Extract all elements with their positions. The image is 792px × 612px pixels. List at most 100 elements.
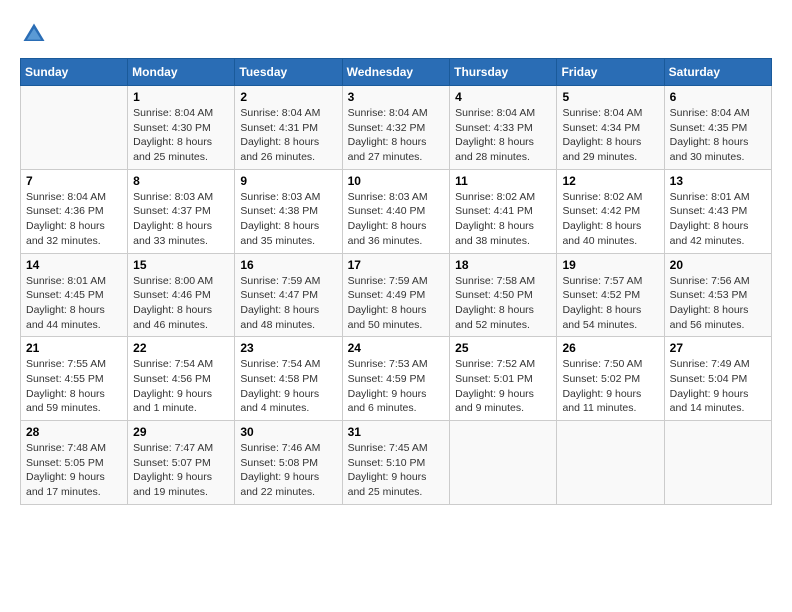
- day-info: Sunrise: 7:59 AMSunset: 4:49 PMDaylight:…: [348, 274, 445, 333]
- day-number: 28: [26, 425, 122, 439]
- calendar-cell: 22 Sunrise: 7:54 AMSunset: 4:56 PMDayligh…: [128, 337, 235, 421]
- calendar-cell: 6Sunrise: 8:04 AMSunset: 4:35 PMDaylight…: [664, 86, 771, 170]
- calendar-cell: 23 Sunrise: 7:54 AMSunset: 4:58 PMDayligh…: [235, 337, 342, 421]
- day-info: Sunrise: 7:59 AMSunset: 4:47 PMDaylight:…: [240, 274, 336, 333]
- day-info: Sunrise: 7:47 AMSunset: 5:07 PMDaylight:…: [133, 441, 229, 500]
- day-info: Sunrise: 7:45 AMSunset: 5:10 PMDaylight:…: [348, 441, 445, 500]
- calendar-cell: 27Sunrise: 7:49 AMSunset: 5:04 PMDayligh…: [664, 337, 771, 421]
- calendar-cell: 26 Sunrise: 7:50 AMSunset: 5:02 PMDayligh…: [557, 337, 664, 421]
- day-info: Sunrise: 7:55 AMSunset: 4:55 PMDaylight:…: [26, 357, 122, 416]
- logo-icon: [20, 20, 48, 48]
- calendar-cell: 9 Sunrise: 8:03 AMSunset: 4:38 PMDaylight…: [235, 169, 342, 253]
- day-info: Sunrise: 8:00 AMSunset: 4:46 PMDaylight:…: [133, 274, 229, 333]
- calendar-cell: 14Sunrise: 8:01 AMSunset: 4:45 PMDayligh…: [21, 253, 128, 337]
- day-number: 31: [348, 425, 445, 439]
- column-header-friday: Friday: [557, 59, 664, 86]
- day-number: 13: [670, 174, 766, 188]
- calendar-cell: 28 Sunrise: 7:48 AMSunset: 5:05 PMDayligh…: [21, 421, 128, 505]
- column-header-thursday: Thursday: [450, 59, 557, 86]
- day-number: 5: [562, 90, 658, 104]
- day-number: 2: [240, 90, 336, 104]
- day-info: Sunrise: 7:54 AMSunset: 4:58 PMDaylight:…: [240, 357, 336, 416]
- day-number: 19: [562, 258, 658, 272]
- calendar-cell: [450, 421, 557, 505]
- calendar-cell: 1Sunrise: 8:04 AMSunset: 4:30 PMDaylight…: [128, 86, 235, 170]
- calendar-cell: [557, 421, 664, 505]
- day-number: 23: [240, 341, 336, 355]
- calendar-cell: 13 Sunrise: 8:01 AMSunset: 4:43 PMDayligh…: [664, 169, 771, 253]
- day-number: 10: [348, 174, 445, 188]
- calendar-cell: [664, 421, 771, 505]
- day-number: 24: [348, 341, 445, 355]
- day-info: Sunrise: 7:57 AMSunset: 4:52 PMDaylight:…: [562, 274, 658, 333]
- day-number: 3: [348, 90, 445, 104]
- calendar-cell: 4 Sunrise: 8:04 AMSunset: 4:33 PMDaylight…: [450, 86, 557, 170]
- calendar-cell: 19 Sunrise: 7:57 AMSunset: 4:52 PMDayligh…: [557, 253, 664, 337]
- day-info: Sunrise: 7:54 AMSunset: 4:56 PMDaylight:…: [133, 357, 229, 416]
- day-info: Sunrise: 7:53 AMSunset: 4:59 PMDaylight:…: [348, 357, 445, 416]
- column-header-monday: Monday: [128, 59, 235, 86]
- day-number: 16: [240, 258, 336, 272]
- calendar-week-row: 28 Sunrise: 7:48 AMSunset: 5:05 PMDayligh…: [21, 421, 772, 505]
- calendar-cell: 8 Sunrise: 8:03 AMSunset: 4:37 PMDaylight…: [128, 169, 235, 253]
- day-number: 8: [133, 174, 229, 188]
- day-info: Sunrise: 8:01 AMSunset: 4:43 PMDaylight:…: [670, 190, 766, 249]
- column-header-wednesday: Wednesday: [342, 59, 450, 86]
- day-info: Sunrise: 8:04 AMSunset: 4:31 PMDaylight:…: [240, 106, 336, 165]
- day-number: 20: [670, 258, 766, 272]
- day-number: 21: [26, 341, 122, 355]
- day-number: 26: [562, 341, 658, 355]
- day-info: Sunrise: 8:04 AMSunset: 4:34 PMDaylight:…: [562, 106, 658, 165]
- day-info: Sunrise: 8:03 AMSunset: 4:38 PMDaylight:…: [240, 190, 336, 249]
- day-info: Sunrise: 8:04 AMSunset: 4:32 PMDaylight:…: [348, 106, 445, 165]
- calendar-cell: 20 Sunrise: 7:56 AMSunset: 4:53 PMDayligh…: [664, 253, 771, 337]
- calendar-week-row: 14Sunrise: 8:01 AMSunset: 4:45 PMDayligh…: [21, 253, 772, 337]
- calendar-cell: 21 Sunrise: 7:55 AMSunset: 4:55 PMDayligh…: [21, 337, 128, 421]
- logo: [20, 20, 52, 48]
- day-number: 27: [670, 341, 766, 355]
- page-header: [20, 20, 772, 48]
- day-number: 12: [562, 174, 658, 188]
- day-info: Sunrise: 8:04 AMSunset: 4:33 PMDaylight:…: [455, 106, 551, 165]
- day-number: 22: [133, 341, 229, 355]
- day-info: Sunrise: 8:02 AMSunset: 4:41 PMDaylight:…: [455, 190, 551, 249]
- day-number: 30: [240, 425, 336, 439]
- column-header-sunday: Sunday: [21, 59, 128, 86]
- day-number: 9: [240, 174, 336, 188]
- day-info: Sunrise: 8:03 AMSunset: 4:40 PMDaylight:…: [348, 190, 445, 249]
- day-number: 14: [26, 258, 122, 272]
- calendar-week-row: 7Sunrise: 8:04 AMSunset: 4:36 PMDaylight…: [21, 169, 772, 253]
- day-info: Sunrise: 8:04 AMSunset: 4:36 PMDaylight:…: [26, 190, 122, 249]
- day-number: 4: [455, 90, 551, 104]
- calendar-cell: 15 Sunrise: 8:00 AMSunset: 4:46 PMDayligh…: [128, 253, 235, 337]
- day-number: 29: [133, 425, 229, 439]
- calendar-cell: 18 Sunrise: 7:58 AMSunset: 4:50 PMDayligh…: [450, 253, 557, 337]
- day-number: 6: [670, 90, 766, 104]
- day-number: 11: [455, 174, 551, 188]
- calendar-cell: [21, 86, 128, 170]
- calendar-cell: 31 Sunrise: 7:45 AMSunset: 5:10 PMDayligh…: [342, 421, 450, 505]
- calendar-cell: 16 Sunrise: 7:59 AMSunset: 4:47 PMDayligh…: [235, 253, 342, 337]
- day-number: 25: [455, 341, 551, 355]
- calendar-cell: 29 Sunrise: 7:47 AMSunset: 5:07 PMDayligh…: [128, 421, 235, 505]
- calendar-cell: 17 Sunrise: 7:59 AMSunset: 4:49 PMDayligh…: [342, 253, 450, 337]
- calendar-cell: 11 Sunrise: 8:02 AMSunset: 4:41 PMDayligh…: [450, 169, 557, 253]
- calendar-cell: 25 Sunrise: 7:52 AMSunset: 5:01 PMDayligh…: [450, 337, 557, 421]
- calendar-week-row: 1Sunrise: 8:04 AMSunset: 4:30 PMDaylight…: [21, 86, 772, 170]
- calendar-cell: 30 Sunrise: 7:46 AMSunset: 5:08 PMDayligh…: [235, 421, 342, 505]
- day-number: 18: [455, 258, 551, 272]
- day-info: Sunrise: 7:46 AMSunset: 5:08 PMDaylight:…: [240, 441, 336, 500]
- day-number: 17: [348, 258, 445, 272]
- calendar-cell: 5 Sunrise: 8:04 AMSunset: 4:34 PMDaylight…: [557, 86, 664, 170]
- day-number: 1: [133, 90, 229, 104]
- calendar-cell: 2 Sunrise: 8:04 AMSunset: 4:31 PMDaylight…: [235, 86, 342, 170]
- day-info: Sunrise: 7:58 AMSunset: 4:50 PMDaylight:…: [455, 274, 551, 333]
- day-number: 15: [133, 258, 229, 272]
- day-info: Sunrise: 7:56 AMSunset: 4:53 PMDaylight:…: [670, 274, 766, 333]
- day-info: Sunrise: 7:52 AMSunset: 5:01 PMDaylight:…: [455, 357, 551, 416]
- day-info: Sunrise: 8:03 AMSunset: 4:37 PMDaylight:…: [133, 190, 229, 249]
- calendar-cell: 3 Sunrise: 8:04 AMSunset: 4:32 PMDaylight…: [342, 86, 450, 170]
- day-info: Sunrise: 7:50 AMSunset: 5:02 PMDaylight:…: [562, 357, 658, 416]
- day-info: Sunrise: 7:48 AMSunset: 5:05 PMDaylight:…: [26, 441, 122, 500]
- calendar-cell: 7Sunrise: 8:04 AMSunset: 4:36 PMDaylight…: [21, 169, 128, 253]
